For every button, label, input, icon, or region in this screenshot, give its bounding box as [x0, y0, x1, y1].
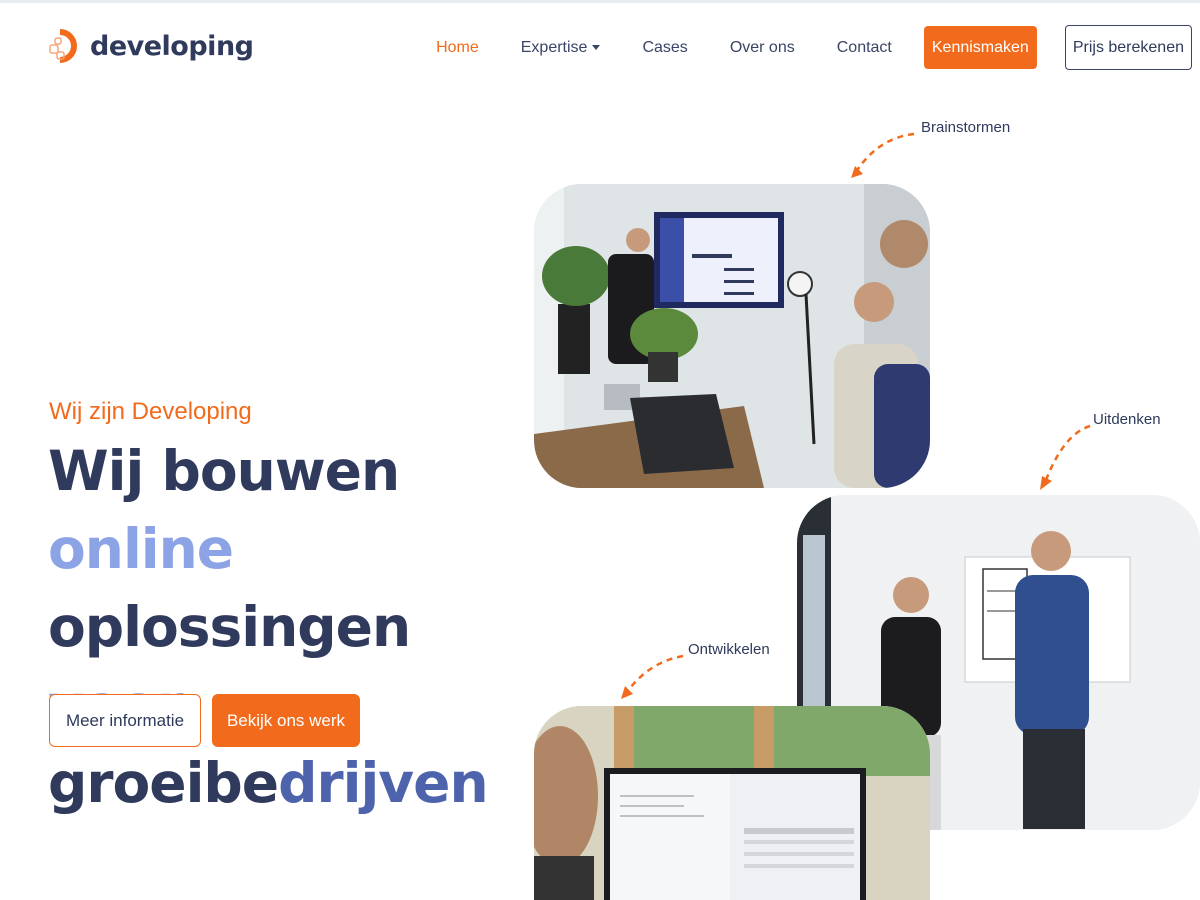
meer-informatie-button[interactable]: Meer informatie [49, 694, 201, 747]
logo[interactable]: developing [48, 28, 254, 64]
brand-name: developing [90, 30, 254, 62]
dashed-arrow-icon [1040, 424, 1091, 490]
kennismaken-button[interactable]: Kennismaken [923, 26, 1037, 69]
caret-down-icon [592, 45, 601, 50]
nav-expertise-label: Expertise [520, 38, 588, 56]
step-label-ontwikkelen: Ontwikkelen [688, 641, 770, 658]
top-border [0, 0, 1200, 3]
meeting-photo [534, 184, 930, 488]
nav-home[interactable]: Home [436, 39, 479, 57]
bekijk-ons-werk-button[interactable]: Bekijk ons werk [212, 694, 360, 747]
nav-expertise[interactable]: Expertise [521, 39, 601, 57]
headline-part: oplossingen [48, 595, 411, 659]
logo-icon [48, 28, 82, 64]
nav-over-ons[interactable]: Over ons [730, 39, 795, 57]
nav-cases[interactable]: Cases [642, 39, 687, 57]
headline-part: drijven [278, 751, 489, 815]
dashed-arrow-icon [621, 654, 684, 699]
hero-eyebrow: Wij zijn Developing [49, 398, 252, 425]
headline-part: online [48, 517, 234, 581]
step-label-uitdenken: Uitdenken [1093, 411, 1161, 428]
headline-part: groeibe [48, 751, 279, 815]
prijs-berekenen-button[interactable]: Prijs berekenen [1064, 25, 1192, 70]
step-label-brainstormen: Brainstormen [921, 119, 1011, 136]
dashed-arrow-icon [851, 132, 915, 178]
developer-photo [534, 706, 930, 900]
nav-contact[interactable]: Contact [837, 39, 892, 57]
headline-part: Wij bouwen [48, 439, 400, 503]
hero-headline: Wij bouwen online oplossingen voor groei… [48, 432, 528, 822]
main-nav: Home Expertise Cases Over ons Contact Ke… [436, 25, 1192, 70]
